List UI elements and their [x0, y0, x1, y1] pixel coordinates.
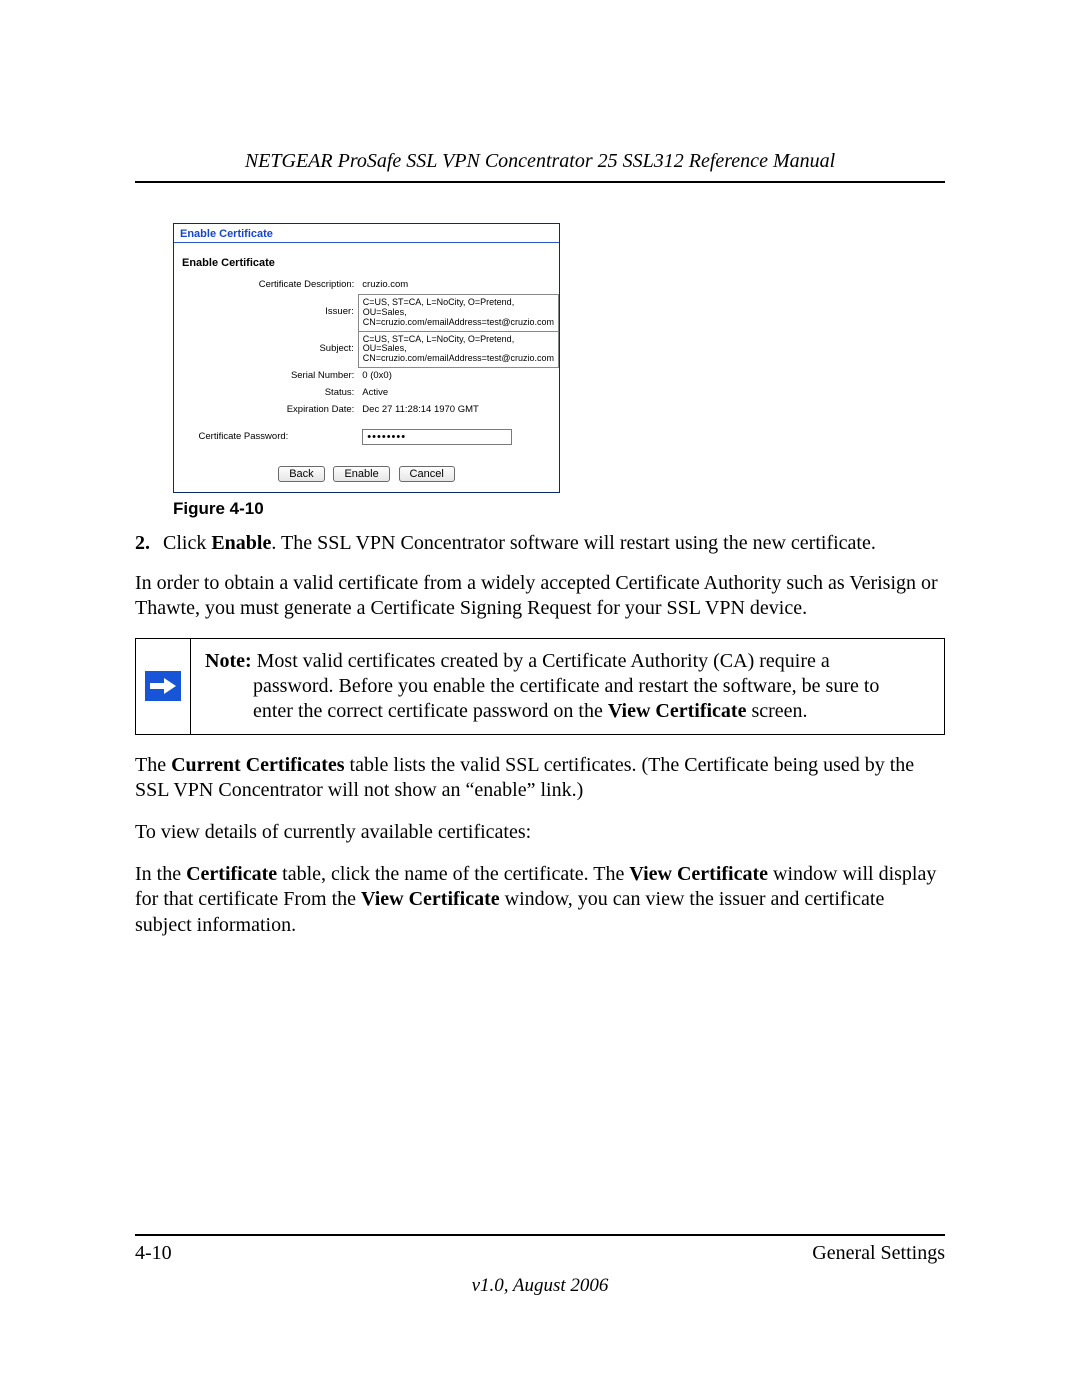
- row-status: Status: Active: [174, 385, 559, 402]
- arrow-right-icon: [145, 671, 181, 701]
- value-status: Active: [358, 385, 558, 402]
- row-issuer: Issuer: C=US, ST=CA, L=NoCity, O=Pretend…: [174, 294, 559, 331]
- label-serial: Serial Number:: [174, 368, 358, 385]
- row-description: Certificate Description: cruzio.com: [174, 277, 559, 294]
- label-password: Certificate Password:: [174, 419, 358, 448]
- label-expiration: Expiration Date:: [174, 402, 358, 419]
- paragraph-current-certs: The Current Certificates table lists the…: [135, 753, 945, 804]
- label-subject: Subject:: [174, 331, 358, 368]
- value-serial: 0 (0x0): [358, 368, 558, 385]
- label-issuer: Issuer:: [174, 294, 358, 331]
- back-button[interactable]: Back: [278, 466, 324, 482]
- certificate-details-table: Certificate Description: cruzio.com Issu…: [174, 277, 559, 448]
- enable-certificate-panel: Enable Certificate Enable Certificate Ce…: [173, 223, 560, 493]
- footer-rule: [135, 1234, 945, 1236]
- label-status: Status:: [174, 385, 358, 402]
- header-rule: [135, 181, 945, 183]
- footer-page-number: 4-10: [135, 1242, 172, 1265]
- cancel-button[interactable]: Cancel: [399, 466, 455, 482]
- row-expiration: Expiration Date: Dec 27 11:28:14 1970 GM…: [174, 402, 559, 419]
- footer-section-title: General Settings: [812, 1242, 945, 1265]
- note-body: Note: Most valid certificates created by…: [191, 639, 891, 734]
- paragraph-view-intro: To view details of currently available c…: [135, 820, 945, 846]
- footer-version: v1.0, August 2006: [135, 1275, 945, 1297]
- step-text: Click Enable. The SSL VPN Concentrator s…: [163, 531, 876, 557]
- value-description: cruzio.com: [358, 277, 558, 294]
- enable-button[interactable]: Enable: [333, 466, 389, 482]
- row-serial: Serial Number: 0 (0x0): [174, 368, 559, 385]
- panel-section-title: Enable Certificate: [174, 243, 559, 277]
- paragraph-ca: In order to obtain a valid certificate f…: [135, 571, 945, 622]
- page-footer: 4-10 General Settings v1.0, August 2006: [135, 1234, 945, 1297]
- step-number: 2.: [135, 531, 163, 557]
- certificate-password-input[interactable]: [362, 429, 512, 445]
- note-box: Note: Most valid certificates created by…: [135, 638, 945, 735]
- label-description: Certificate Description:: [174, 277, 358, 294]
- figure-caption: Figure 4-10: [173, 499, 945, 519]
- button-row: Back Enable Cancel: [174, 448, 559, 492]
- step-2: 2. Click Enable. The SSL VPN Concentrato…: [135, 531, 945, 557]
- value-subject: C=US, ST=CA, L=NoCity, O=Pretend, OU=Sal…: [358, 331, 558, 368]
- note-icon-cell: [136, 639, 191, 734]
- row-password: Certificate Password:: [174, 419, 559, 448]
- running-header: NETGEAR ProSafe SSL VPN Concentrator 25 …: [135, 150, 945, 173]
- value-expiration: Dec 27 11:28:14 1970 GMT: [358, 402, 558, 419]
- value-issuer: C=US, ST=CA, L=NoCity, O=Pretend, OU=Sal…: [358, 294, 558, 331]
- paragraph-view-detail: In the Certificate table, click the name…: [135, 862, 945, 939]
- panel-title: Enable Certificate: [174, 224, 559, 242]
- row-subject: Subject: C=US, ST=CA, L=NoCity, O=Preten…: [174, 331, 559, 368]
